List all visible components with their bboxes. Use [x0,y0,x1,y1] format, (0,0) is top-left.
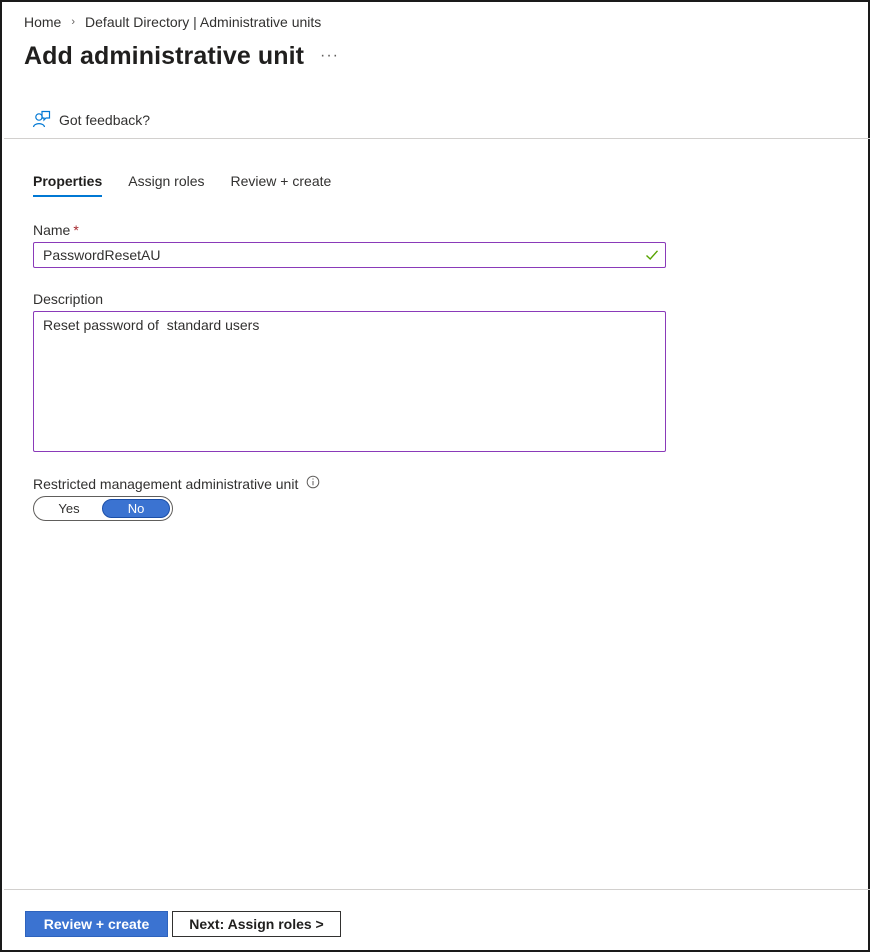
breadcrumb-home-link[interactable]: Home [24,14,61,30]
restricted-management-label: Restricted management administrative uni… [33,475,299,492]
app-window: Home › Default Directory | Administrativ… [0,0,870,952]
header-divider [4,138,870,139]
more-options-button[interactable]: ··· [320,47,339,65]
required-marker: * [73,222,79,238]
restricted-management-row: Restricted management administrative uni… [33,475,320,492]
review-create-button[interactable]: Review + create [25,911,168,937]
name-label: Name * [33,222,79,238]
toggle-yes-option[interactable]: Yes [36,499,102,518]
restricted-management-toggle[interactable]: Yes No [33,496,173,521]
next-assign-roles-button[interactable]: Next: Assign roles > [172,911,341,937]
checkmark-icon [645,248,659,265]
name-input-value: PasswordResetAU [43,247,161,263]
page-title: Add administrative unit [24,42,305,70]
tab-review-create[interactable]: Review + create [231,173,332,197]
footer-divider [4,889,870,890]
breadcrumb-administrative-units-link[interactable]: Default Directory | Administrative units [85,14,321,30]
info-icon[interactable] [306,475,320,492]
feedback-icon [32,110,51,129]
feedback-label: Got feedback? [59,111,151,128]
feedback-button[interactable]: Got feedback? [32,110,150,129]
description-label: Description [33,291,104,307]
description-textarea[interactable]: Reset password of standard users [33,311,666,452]
name-label-text: Name [33,222,71,238]
tab-assign-roles[interactable]: Assign roles [128,173,204,197]
toggle-no-option[interactable]: No [102,499,170,518]
breadcrumb: Home › Default Directory | Administrativ… [24,14,321,30]
chevron-right-icon: › [71,16,76,28]
tab-bar: Properties Assign roles Review + create [33,173,357,197]
tab-properties[interactable]: Properties [33,173,103,197]
name-input[interactable]: PasswordResetAU [33,242,666,268]
